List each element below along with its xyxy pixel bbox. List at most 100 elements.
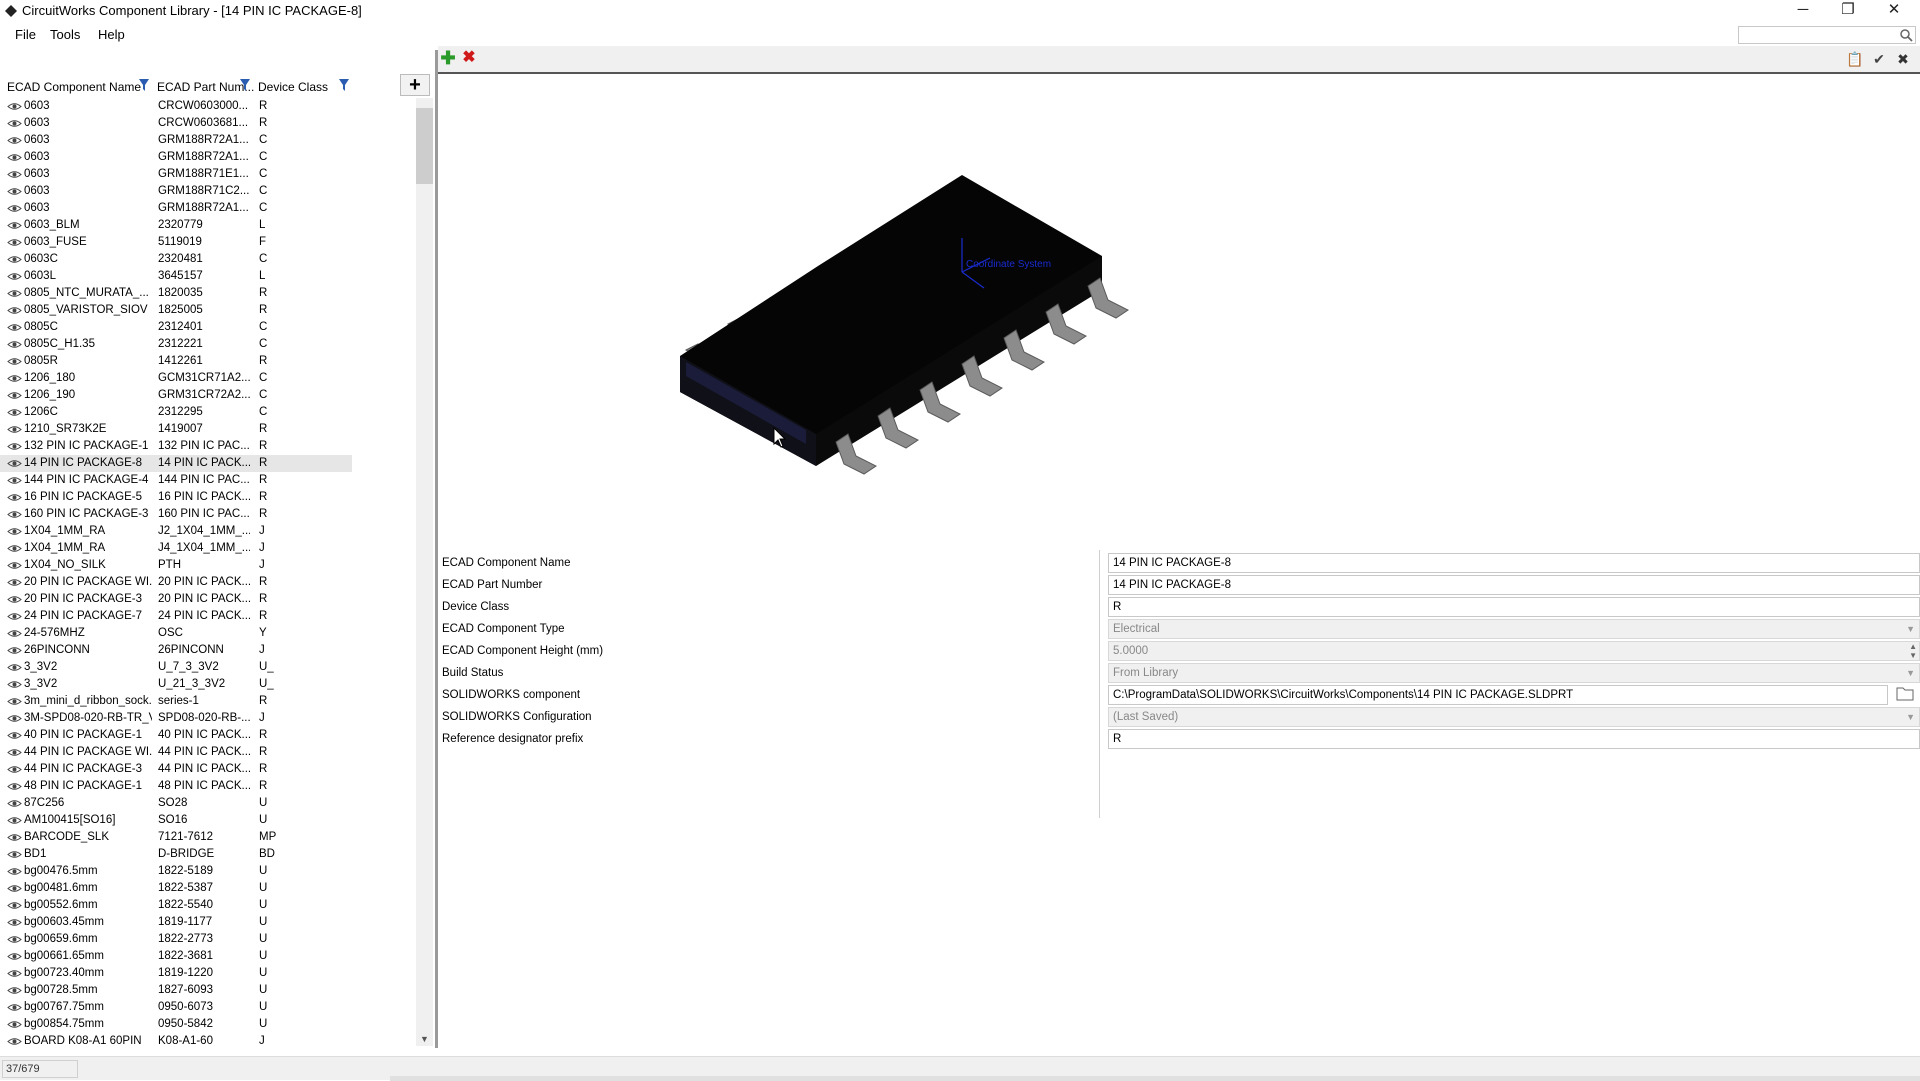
list-item[interactable]: bg00481.6mm 1822-5387 U <box>0 880 416 897</box>
search-input[interactable] <box>1738 26 1916 44</box>
list-item[interactable]: 1206_180 GCM31CR71A2... C <box>0 370 416 387</box>
list-item[interactable]: 1206C 2312295 C <box>0 404 416 421</box>
browse-folder-button[interactable] <box>1893 685 1917 705</box>
eye-icon[interactable] <box>7 289 22 298</box>
eye-icon[interactable] <box>7 612 22 621</box>
list-item[interactable]: bg00476.5mm 1822-5189 U <box>0 863 416 880</box>
list-item[interactable]: bg00728.5mm 1827-6093 U <box>0 982 416 999</box>
add-component-button[interactable]: ✚ <box>439 49 457 67</box>
eye-icon[interactable] <box>7 935 22 944</box>
eye-icon[interactable] <box>7 1020 22 1029</box>
eye-icon[interactable] <box>7 408 22 417</box>
eye-icon[interactable] <box>7 357 22 366</box>
list-item[interactable]: 48 PIN IC PACKAGE-1 48 PIN IC PACK... R <box>0 778 416 795</box>
list-item[interactable]: 0603 CRCW0603681... R <box>0 115 416 132</box>
list-item[interactable]: 40 PIN IC PACKAGE-1 40 PIN IC PACK... R <box>0 727 416 744</box>
eye-icon[interactable] <box>7 255 22 264</box>
eye-icon[interactable] <box>7 901 22 910</box>
eye-icon[interactable] <box>7 850 22 859</box>
component-preview[interactable]: Coordinate System <box>438 72 1920 548</box>
eye-icon[interactable] <box>7 680 22 689</box>
list-item[interactable]: bg00767.75mm 0950-6073 U <box>0 999 416 1016</box>
list-item[interactable]: 132 PIN IC PACKAGE-1 132 PIN IC PAC... R <box>0 438 416 455</box>
eye-icon[interactable] <box>7 493 22 502</box>
eye-icon[interactable] <box>7 952 22 961</box>
search-icon[interactable] <box>1899 28 1913 42</box>
eye-icon[interactable] <box>7 816 22 825</box>
eye-icon[interactable] <box>7 561 22 570</box>
list-item[interactable]: bg00723.40mm 1819-1220 U <box>0 965 416 982</box>
list-item[interactable]: BARCODE_SLK 7121-7612 MP <box>0 829 416 846</box>
list-item[interactable]: 0603_FUSE 5119019 F <box>0 234 416 251</box>
eye-icon[interactable] <box>7 578 22 587</box>
filter-icon[interactable] <box>138 78 150 92</box>
list-item[interactable]: 0603 GRM188R72A1... C <box>0 132 416 149</box>
eye-icon[interactable] <box>7 731 22 740</box>
list-item[interactable]: 3_3V2 U_21_3_3V2 U_ <box>0 676 416 693</box>
list-item[interactable]: 0603L 3645157 L <box>0 268 416 285</box>
close-window-button[interactable]: ✕ <box>1871 0 1917 22</box>
eye-icon[interactable] <box>7 867 22 876</box>
eye-icon[interactable] <box>7 765 22 774</box>
eye-icon[interactable] <box>7 425 22 434</box>
list-item[interactable]: 1210_SR73K2E 1419007 R <box>0 421 416 438</box>
column-header-name[interactable]: ECAD Component Name <box>7 80 141 94</box>
apply-button[interactable]: ✔ <box>1870 50 1888 68</box>
list-item[interactable]: BOARD K08-A1 60PIN K08-A1-60 J <box>0 1033 416 1046</box>
clipboard-icon[interactable]: 📋 <box>1846 50 1864 68</box>
eye-icon[interactable] <box>7 1003 22 1012</box>
scroll-down-icon[interactable]: ▼ <box>418 1032 431 1046</box>
eye-icon[interactable] <box>7 884 22 893</box>
list-item[interactable]: 3m_mini_d_ribbon_sock... series-1 R <box>0 693 416 710</box>
eye-icon[interactable] <box>7 136 22 145</box>
list-item[interactable]: 0603 CRCW0603000... R <box>0 98 416 115</box>
close-panel-button[interactable]: ✖ <box>1894 50 1912 68</box>
eye-icon[interactable] <box>7 697 22 706</box>
eye-icon[interactable] <box>7 476 22 485</box>
list-item[interactable]: 0603 GRM188R72A1... C <box>0 149 416 166</box>
list-item[interactable]: 26PINCONN 26PINCONN J <box>0 642 416 659</box>
eye-icon[interactable] <box>7 1037 22 1046</box>
eye-icon[interactable] <box>7 646 22 655</box>
eye-icon[interactable] <box>7 238 22 247</box>
list-item[interactable]: bg00603.45mm 1819-1177 U <box>0 914 416 931</box>
eye-icon[interactable] <box>7 918 22 927</box>
eye-icon[interactable] <box>7 629 22 638</box>
list-item[interactable]: bg00854.75mm 0950-5842 U <box>0 1016 416 1033</box>
list-item[interactable]: 44 PIN IC PACKAGE WI... 44 PIN IC PACK...… <box>0 744 416 761</box>
eye-icon[interactable] <box>7 306 22 315</box>
list-item[interactable]: 0805R 1412261 R <box>0 353 416 370</box>
filter-icon[interactable] <box>338 78 350 92</box>
list-item[interactable]: 0603C 2320481 C <box>0 251 416 268</box>
list-item[interactable]: 0805C_H1.35 2312221 C <box>0 336 416 353</box>
eye-icon[interactable] <box>7 833 22 842</box>
list-item[interactable]: 1X04_NO_SILK PTH J <box>0 557 416 574</box>
eye-icon[interactable] <box>7 748 22 757</box>
eye-icon[interactable] <box>7 119 22 128</box>
list-item[interactable]: 0603 GRM188R71C2... C <box>0 183 416 200</box>
eye-icon[interactable] <box>7 799 22 808</box>
list-item[interactable]: BD1 D-BRIDGE BD <box>0 846 416 863</box>
eye-icon[interactable] <box>7 986 22 995</box>
restore-button[interactable]: ❐ <box>1825 0 1871 22</box>
list-item[interactable]: 0805C 2312401 C <box>0 319 416 336</box>
list-item[interactable]: 24-576MHZ OSC Y <box>0 625 416 642</box>
property-value-field[interactable]: R <box>1108 597 1920 617</box>
list-item[interactable]: 3M-SPD08-020-RB-TR_V SPD08-020-RB-... J <box>0 710 416 727</box>
list-item[interactable]: bg00661.65mm 1822-3681 U <box>0 948 416 965</box>
eye-icon[interactable] <box>7 391 22 400</box>
menu-help[interactable]: Help <box>98 27 125 42</box>
eye-icon[interactable] <box>7 510 22 519</box>
list-scrollbar[interactable]: ▼ <box>416 98 433 1046</box>
list-item[interactable]: 1X04_1MM_RA J2_1X04_1MM_... J <box>0 523 416 540</box>
menu-file[interactable]: File <box>15 27 36 42</box>
list-item[interactable]: bg00552.6mm 1822-5540 U <box>0 897 416 914</box>
eye-icon[interactable] <box>7 374 22 383</box>
eye-icon[interactable] <box>7 663 22 672</box>
add-row-button[interactable]: + <box>400 74 430 96</box>
property-value-field[interactable]: 14 PIN IC PACKAGE-8 <box>1108 553 1920 573</box>
list-item[interactable]: 20 PIN IC PACKAGE-3 20 PIN IC PACK... R <box>0 591 416 608</box>
eye-icon[interactable] <box>7 595 22 604</box>
eye-icon[interactable] <box>7 187 22 196</box>
menu-tools[interactable]: Tools <box>50 27 80 42</box>
